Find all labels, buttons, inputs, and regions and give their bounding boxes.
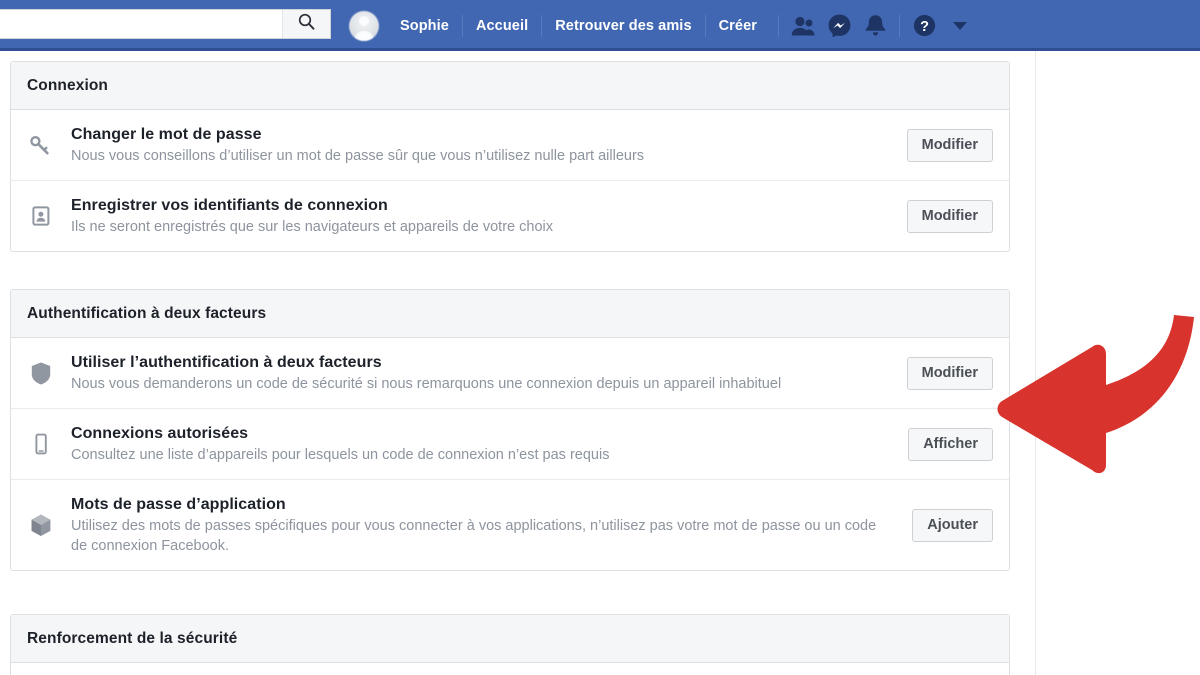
account-menu-caret-icon	[953, 21, 967, 30]
row-text: Changer le mot de passe Nous vous consei…	[71, 124, 907, 166]
row-connexions-autorisees[interactable]: Connexions autorisées Consultez une list…	[11, 408, 1009, 479]
search-icon	[298, 13, 315, 35]
row-title: Mots de passe d’application	[71, 496, 286, 513]
nav-link-creer[interactable]: Créer	[706, 12, 770, 40]
nav-right-group: Sophie Accueil Retrouver des amis Créer	[345, 0, 978, 51]
row-description: Consultez une liste d’appareils pour les…	[71, 447, 610, 463]
notifications-bell-icon	[865, 14, 886, 37]
row-text: Connexions autorisées Consultez une list…	[71, 423, 908, 465]
row-description: Nous vous demanderons un code de sécurit…	[71, 376, 782, 392]
row-description: Nous vous conseillons d’utiliser un mot …	[71, 148, 645, 164]
settings-content: Connexion Changer le mot de passe Nous v…	[0, 51, 1200, 675]
row-text: Enregistrer vos identifiants de connexio…	[71, 195, 907, 237]
cube-icon	[29, 513, 71, 538]
nav-divider	[899, 14, 900, 37]
section-connexion: Connexion Changer le mot de passe Nous v…	[10, 61, 1010, 252]
row-enregistrer-identifiants[interactable]: Enregistrer vos identifiants de connexio…	[11, 180, 1009, 251]
friend-requests-button[interactable]	[785, 11, 821, 41]
row-title: Enregistrer vos identifiants de connexio…	[71, 197, 388, 214]
search-bar[interactable]	[0, 9, 331, 39]
nav-link-retrouver-des-amis[interactable]: Retrouver des amis	[542, 12, 704, 40]
top-navigation-bar: Sophie Accueil Retrouver des amis Créer	[0, 0, 1200, 51]
help-icon: ?	[913, 14, 936, 37]
afficher-button-connexions-autorisees[interactable]: Afficher	[908, 427, 993, 461]
row-title: Utiliser l’authentification à deux facte…	[71, 354, 382, 371]
nav-profile-name[interactable]: Sophie	[387, 12, 462, 40]
row-text: Mots de passe d’application Utilisez des…	[71, 494, 912, 556]
content-right-divider	[1035, 51, 1036, 675]
row-description: Ils ne seront enregistrés que sur les na…	[71, 219, 553, 235]
id-card-icon	[29, 204, 71, 228]
modifier-button-authentification-deux-facteurs[interactable]: Modifier	[906, 356, 993, 390]
row-text: Utiliser l’authentification à deux facte…	[71, 352, 907, 394]
row-changer-mot-de-passe[interactable]: Changer le mot de passe Nous vous consei…	[11, 110, 1009, 180]
ajouter-button-mots-de-passe-application[interactable]: Ajouter	[912, 508, 993, 542]
section-renforcement-securite: Renforcement de la sécurité	[10, 614, 1010, 675]
row-mots-de-passe-application[interactable]: Mots de passe d’application Utilisez des…	[11, 479, 1009, 570]
section-header-connexion: Connexion	[11, 62, 1009, 110]
row-utiliser-authentification-deux-facteurs[interactable]: Utiliser l’authentification à deux facte…	[11, 338, 1009, 408]
account-menu-button[interactable]	[942, 11, 978, 41]
key-icon	[29, 133, 71, 157]
section-header-authentification: Authentification à deux facteurs	[11, 290, 1009, 338]
nav-link-accueil[interactable]: Accueil	[463, 12, 541, 40]
row-description: Utilisez des mots de passes spécifiques …	[71, 518, 877, 554]
row-title: Changer le mot de passe	[71, 126, 262, 143]
search-input[interactable]	[0, 10, 282, 38]
shield-icon	[29, 361, 71, 386]
svg-text:?: ?	[920, 19, 929, 35]
section-authentification-deux-facteurs: Authentification à deux facteurs Utilise…	[10, 289, 1010, 571]
nav-divider	[778, 14, 779, 37]
row-title: Connexions autorisées	[71, 425, 249, 442]
friend-requests-icon	[791, 15, 815, 37]
notifications-button[interactable]	[857, 11, 893, 41]
messenger-button[interactable]	[821, 11, 857, 41]
mobile-phone-icon	[29, 432, 71, 456]
modifier-button-enregistrer-identifiants[interactable]: Modifier	[906, 199, 993, 233]
avatar[interactable]	[349, 10, 379, 41]
facebook-security-settings-screen: Sophie Accueil Retrouver des amis Créer	[0, 0, 1200, 675]
section-header-renforcement: Renforcement de la sécurité	[11, 615, 1009, 663]
search-button[interactable]	[282, 10, 330, 38]
help-button[interactable]: ?	[906, 11, 942, 41]
messenger-icon	[828, 14, 851, 37]
red-curved-arrow	[997, 315, 1194, 474]
modifier-button-changer-mot-de-passe[interactable]: Modifier	[906, 128, 993, 162]
